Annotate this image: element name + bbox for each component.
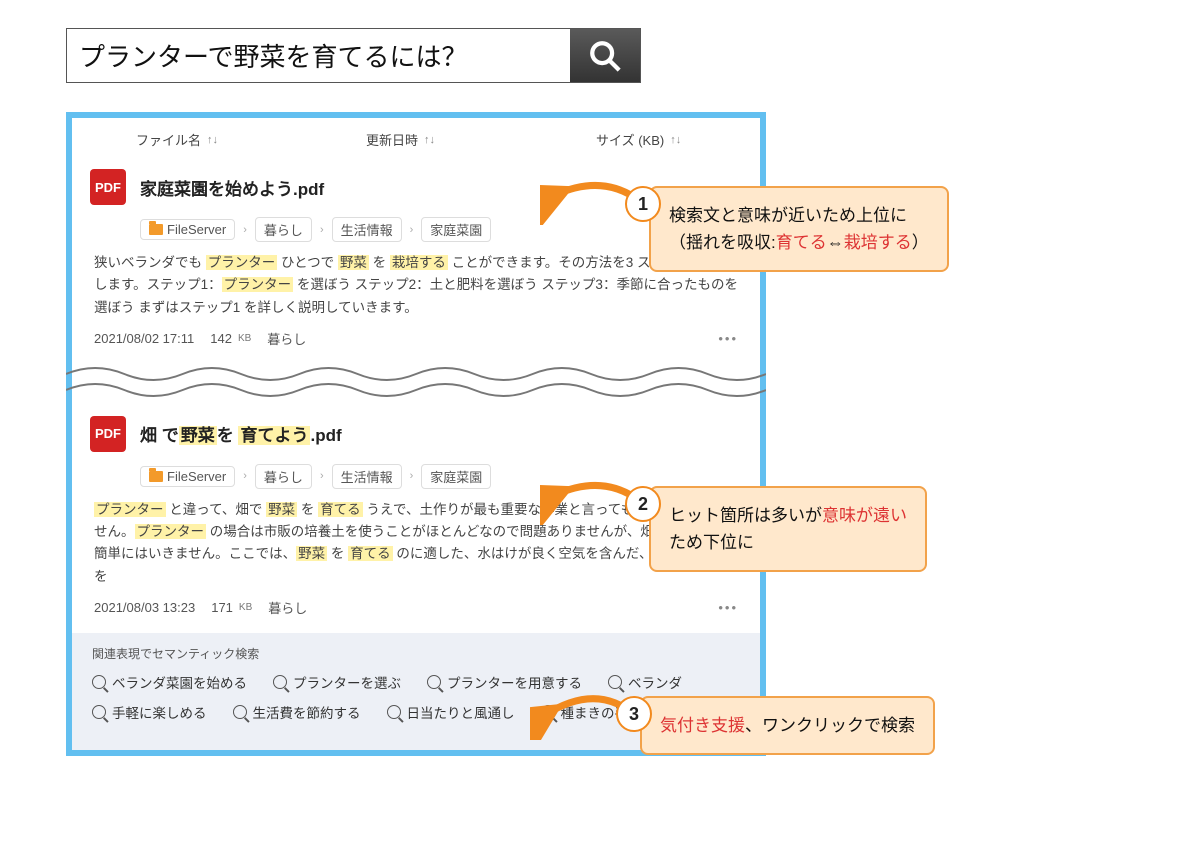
highlight: プランター — [206, 255, 278, 270]
search-button[interactable] — [570, 29, 640, 82]
highlight: 育てる — [318, 502, 363, 517]
search-icon — [92, 705, 106, 719]
crumb[interactable]: 暮らし — [255, 217, 312, 242]
highlight: プランター — [94, 502, 166, 517]
col-filename[interactable]: ファイル名↑↓ — [136, 130, 366, 149]
search-icon — [427, 675, 441, 689]
crumb[interactable]: 生活情報 — [332, 217, 402, 242]
chevron-right-icon: › — [410, 470, 414, 482]
crumb[interactable]: 家庭菜園 — [421, 464, 491, 489]
result-meta: 2021/08/02 17:11 142 KB 暮らし ••• — [94, 329, 738, 348]
crumb[interactable]: 家庭菜園 — [421, 217, 491, 242]
callout-number: 1 — [625, 186, 661, 222]
highlight: 栽培する — [390, 255, 448, 270]
folder-icon — [149, 471, 163, 482]
col-date[interactable]: 更新日時↑↓ — [366, 130, 596, 149]
highlight: 野菜 — [266, 502, 297, 517]
highlight: 育てよう — [238, 426, 310, 445]
crumb-root[interactable]: FileServer — [140, 219, 235, 240]
related-header: 関連表現でセマンティック検索 — [92, 645, 740, 662]
related-link[interactable]: 日当たりと風通し — [387, 702, 515, 722]
search-icon — [273, 675, 287, 689]
meta-size-unit: KB — [239, 602, 252, 613]
highlight: 野菜 — [179, 426, 217, 445]
callout-2: 2 ヒット箇所は多いが意味が遠い ため下位に — [625, 486, 927, 572]
search-icon — [541, 705, 555, 719]
callout-1: 1 検索文と意味が近いため上位に （揺れを吸収:育てる⇔栽培する） — [625, 186, 949, 272]
callout-bubble: 気付き支援、ワンクリックで検索 — [640, 696, 935, 755]
related-link[interactable]: 手軽に楽しめる — [92, 702, 207, 722]
related-link[interactable]: プランターを用意する — [427, 672, 582, 692]
search-input[interactable] — [67, 29, 570, 82]
chevron-right-icon: › — [410, 224, 414, 236]
result-meta: 2021/08/03 13:23 171 KB 暮らし ••• — [94, 598, 738, 617]
sort-icon: ↑↓ — [424, 134, 435, 146]
meta-size-unit: KB — [238, 333, 251, 344]
meta-size: 171 — [211, 600, 233, 615]
folder-icon — [149, 224, 163, 235]
chevron-right-icon: › — [243, 224, 247, 236]
highlight: 野菜 — [338, 255, 369, 270]
search-icon — [608, 675, 622, 689]
ellipsis-divider — [66, 362, 766, 402]
related-link[interactable]: ベランダ — [608, 672, 682, 692]
chevron-right-icon: › — [320, 224, 324, 236]
highlight: プランター — [222, 277, 294, 292]
highlight: プランター — [135, 524, 207, 539]
callout-bubble: ヒット箇所は多いが意味が遠い ため下位に — [649, 486, 927, 572]
meta-tag: 暮らし — [267, 329, 306, 348]
search-icon — [92, 675, 106, 689]
search-icon — [233, 705, 247, 719]
highlight: 野菜 — [296, 546, 327, 561]
result-title[interactable]: 家庭菜園を始めよう.pdf — [140, 175, 324, 200]
more-menu-icon[interactable]: ••• — [718, 331, 738, 346]
highlight: 育てる — [348, 546, 393, 561]
callout-number: 2 — [625, 486, 661, 522]
chevron-right-icon: › — [320, 470, 324, 482]
search-bar — [66, 28, 641, 83]
column-headers: ファイル名↑↓ 更新日時↑↓ サイズ (KB)↑↓ — [76, 122, 756, 155]
pdf-badge-icon: PDF — [90, 416, 126, 452]
callout-3: 3 気付き支援、ワンクリックで検索 — [616, 696, 935, 755]
crumb[interactable]: 暮らし — [255, 464, 312, 489]
related-link[interactable]: 生活費を節約する — [233, 702, 361, 722]
pdf-badge-icon: PDF — [90, 169, 126, 205]
meta-date: 2021/08/03 13:23 — [94, 600, 195, 615]
more-menu-icon[interactable]: ••• — [718, 600, 738, 615]
chevron-right-icon: › — [243, 470, 247, 482]
sort-icon: ↑↓ — [670, 134, 681, 146]
search-icon — [588, 39, 622, 73]
result-title[interactable]: 畑 で野菜を 育てよう.pdf — [140, 421, 342, 446]
related-link[interactable]: ベランダ菜園を始める — [92, 672, 247, 692]
col-size[interactable]: サイズ (KB)↑↓ — [596, 130, 736, 149]
callout-number: 3 — [616, 696, 652, 732]
meta-date: 2021/08/02 17:11 — [94, 331, 194, 346]
crumb-root[interactable]: FileServer — [140, 466, 235, 487]
meta-tag: 暮らし — [268, 598, 307, 617]
related-link[interactable]: プランターを選ぶ — [273, 672, 401, 692]
crumb[interactable]: 生活情報 — [332, 464, 402, 489]
search-icon — [387, 705, 401, 719]
sort-icon: ↑↓ — [207, 134, 218, 146]
meta-size: 142 — [210, 331, 232, 346]
callout-bubble: 検索文と意味が近いため上位に （揺れを吸収:育てる⇔栽培する） — [649, 186, 949, 272]
